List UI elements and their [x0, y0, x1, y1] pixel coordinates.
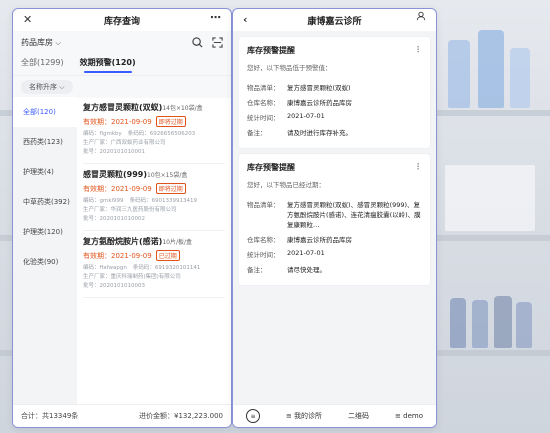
category-item[interactable]: 全部(120): [13, 97, 77, 127]
more-icon[interactable]: ⋮: [414, 45, 422, 56]
notification-card[interactable]: 库存预警提醒 ⋮ 您好，以下物品已经过期： 物品清单： 复方感冒灵颗粒(双蚁)、感冒…: [239, 154, 430, 285]
notification-list: 库存预警提醒 ⋮ 您好，以下物品低于预警值： 物品清单： 复方感冒灵颗粒(双蚁) 仓…: [233, 31, 436, 405]
detail-row: 备注： 请尽快处理。: [247, 266, 326, 274]
medicine-list: 复方感冒灵颗粒(双蚁)14包×10袋/盒 有效期：2021-09-09 即将过期 …: [77, 97, 231, 405]
sort-label: 名称升序: [29, 83, 57, 91]
expiry-date: 有效期：2021-09-09 即将过期: [83, 116, 225, 127]
bottle: [450, 298, 466, 348]
more-icon[interactable]: ⋮: [414, 162, 422, 173]
list-item[interactable]: 感冒灵颗粒(999)10包×15袋/盒 有效期：2021-09-09 即将过期 编…: [83, 164, 225, 231]
towel-stack: [445, 165, 535, 231]
detail-row: 仓库名称： 康博嘉云诊所药品库房: [247, 99, 352, 107]
notification-title: 库存预警提醒 ⋮: [247, 45, 422, 56]
scan-icon[interactable]: [211, 36, 223, 48]
category-item[interactable]: 化验类(90): [13, 247, 77, 277]
page-title: 康博嘉云诊所: [307, 16, 362, 27]
list-item[interactable]: 复方感冒灵颗粒(双蚁)14包×10袋/盒 有效期：2021-09-09 即将过期 …: [83, 97, 225, 164]
category-item[interactable]: 中草药类(392): [13, 187, 77, 217]
list-item[interactable]: 复方氨酚烷胺片(感诺)10片/板/盒 有效期：2021-09-09 已过期 编码：…: [83, 231, 225, 298]
menu-demo[interactable]: ≡ demo: [395, 412, 423, 420]
sort-row: 名称升序 ⌵: [13, 76, 231, 98]
search-icon[interactable]: [191, 36, 203, 48]
summary-footer: 合计：共13349条 进价金额：¥132,223.000: [13, 404, 231, 427]
clinic-notifications-screen: ‹ 康博嘉云诊所 库存预警提醒 ⋮ 您好，以下物品低于预警值： 物品清单： 复方感冒…: [232, 8, 437, 428]
tab-all[interactable]: 全部(1299): [21, 57, 64, 71]
close-icon[interactable]: ✕: [23, 13, 32, 26]
bottle: [472, 300, 488, 348]
bottle: [510, 48, 530, 108]
inventory-query-screen: ✕ 库存查询 ⋯ 药品库房 ⌵ 全部(1299) 效期预警(120) 名称升序 …: [12, 8, 232, 428]
menu-my-clinic[interactable]: ≡ 我的诊所: [286, 411, 322, 421]
warehouse-label: 药品库房: [21, 37, 53, 47]
detail-row: 统计时间： 2021-07-01: [247, 249, 325, 259]
content-area: 全部(120) 西药类(123) 护理类(4) 中草药类(392) 护理类(12…: [13, 97, 231, 405]
category-item[interactable]: 护理类(120): [13, 217, 77, 247]
medicine-name: 复方感冒灵颗粒(双蚁)14包×10袋/盒: [83, 103, 203, 112]
purchase-amount: 进价金额：¥132,223.000: [139, 412, 223, 420]
notification-hint: 您好，以下物品已经过期：: [247, 181, 325, 189]
page-title: 库存查询: [103, 16, 140, 27]
detail-row: 仓库名称： 康博嘉云诊所药品库房: [247, 236, 352, 244]
menu-qrcode[interactable]: 二维码: [348, 411, 369, 421]
detail-row: 统计时间： 2021-07-01: [247, 112, 325, 122]
category-item[interactable]: 护理类(4): [13, 157, 77, 187]
title-bar: ‹ 康博嘉云诊所: [233, 9, 436, 31]
warehouse-select[interactable]: 药品库房 ⌵: [21, 37, 61, 48]
bottle: [478, 30, 504, 108]
total-count: 合计：共13349条: [21, 412, 79, 420]
expiry-date: 有效期：2021-09-09 已过期: [83, 250, 225, 261]
bottle: [494, 296, 512, 348]
category-sidebar: 全部(120) 西药类(123) 护理类(4) 中草药类(392) 护理类(12…: [13, 97, 77, 405]
more-icon[interactable]: ⋯: [210, 11, 221, 24]
tabs: 全部(1299) 效期预警(120): [13, 53, 231, 76]
status-badge: 即将过期: [155, 183, 186, 194]
medicine-meta: 编码：ffafwapgn 条码码：6919320101141 生产厂家：重庆科瑞制…: [83, 265, 201, 289]
chevron-down-icon: ⌵: [59, 83, 65, 91]
keyboard-icon[interactable]: ≡: [245, 409, 260, 423]
medicine-name: 复方氨酚烷胺片(感诺)10片/板/盒: [83, 237, 192, 246]
notification-title: 库存预警提醒 ⋮: [247, 162, 422, 173]
expiry-date: 有效期：2021-09-09 即将过期: [83, 183, 225, 194]
detail-row: 物品清单： 复方感冒灵颗粒(双蚁): [247, 84, 351, 92]
detail-row: 备注： 请及时进行库存补充。: [247, 129, 352, 137]
status-badge: 已过期: [155, 250, 180, 261]
notification-card[interactable]: 库存预警提醒 ⋮ 您好，以下物品低于预警值： 物品清单： 复方感冒灵颗粒(双蚁) 仓…: [239, 37, 430, 148]
back-icon[interactable]: ‹: [243, 13, 248, 26]
bottle: [448, 40, 470, 108]
medicine-name: 感冒灵颗粒(999)10包×15袋/盒: [83, 170, 188, 179]
bottom-menu: ≡ ≡ 我的诊所 二维码 ≡ demo: [233, 404, 436, 427]
category-item[interactable]: 西药类(123): [13, 127, 77, 157]
status-badge: 即将过期: [155, 116, 186, 127]
medicine-meta: 编码：gmkl999 条码码：6901339913419 生产厂家：华润三九医药股…: [83, 198, 198, 222]
bottle: [516, 302, 532, 348]
title-bar: ✕ 库存查询 ⋯: [13, 9, 231, 31]
chevron-down-icon: ⌵: [55, 38, 61, 47]
sort-button[interactable]: 名称升序 ⌵: [21, 80, 73, 94]
tab-expiry-warning[interactable]: 效期预警(120): [80, 57, 136, 73]
medicine-meta: 编码：flgmkby 条码码：6926656506203 生产厂家：广西双蚁药业有…: [83, 131, 196, 155]
notification-hint: 您好，以下物品低于预警值：: [247, 64, 332, 72]
user-icon[interactable]: [416, 11, 426, 24]
detail-row: 物品清单： 复方感冒灵颗粒(双蚁)、感冒灵颗粒(999)、复方氨酚烷胺片(感诺)、…: [247, 201, 421, 229]
warehouse-toolbar: 药品库房 ⌵: [13, 31, 231, 53]
